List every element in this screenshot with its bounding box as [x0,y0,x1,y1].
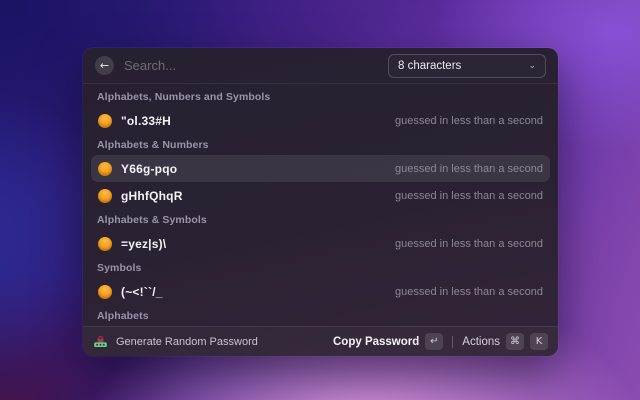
extension-title: Generate Random Password [116,335,258,348]
extension-info: Generate Random Password [93,334,258,349]
password-text: (~<!``/_ [121,284,163,299]
password-text: "ol.33#H [121,113,171,128]
password-text: Y66g-pqo [121,161,178,176]
section-header: Alphabets & Symbols [97,214,207,226]
back-button[interactable]: ← [95,56,114,75]
return-key-icon: ↵ [425,333,444,350]
command-key-icon: ⌘ [506,333,524,350]
strength-text: guessed in less than a second [395,285,543,298]
chevron-down-icon: ⌄ [528,60,536,71]
section-header: Symbols [97,262,142,274]
emoji-icon [98,113,112,128]
section-header: Alphabets [97,310,149,322]
emoji-icon [98,188,112,203]
copy-password-label: Copy Password [333,335,420,348]
password-row[interactable]: gHhfQhqR guessed in less than a second [91,182,550,209]
k-key: K [530,333,548,350]
character-count-dropdown[interactable]: 8 characters ⌄ [388,53,546,78]
strength-text: guessed in less than a second [395,114,543,127]
strength-text: guessed in less than a second [395,237,543,250]
dropdown-value: 8 characters [398,59,462,72]
search-bar: ← 8 characters ⌄ [83,48,558,84]
footer-divider [452,335,454,348]
strength-text: guessed in less than a second [395,189,543,202]
actions-button[interactable]: Actions ⌘ K [462,333,548,350]
strength-text: guessed in less than a second [395,162,543,175]
command-palette-window: ← 8 characters ⌄ Alphabets, Numbers and … [83,48,558,356]
actions-label: Actions [462,335,500,348]
emoji-icon [98,161,112,176]
action-bar: Generate Random Password Copy Password ↵… [83,326,558,356]
password-text: =yez|s)\ [121,236,167,251]
password-row[interactable]: "ol.33#H guessed in less than a second [91,107,550,134]
search-input[interactable] [124,58,388,73]
emoji-icon [98,284,112,299]
section-header: Alphabets, Numbers and Symbols [97,91,271,103]
results-list: Alphabets, Numbers and Symbols "ol.33#H … [83,84,558,323]
copy-password-button[interactable]: Copy Password ↵ [333,333,444,350]
password-row-selected[interactable]: Y66g-pqo guessed in less than a second [91,155,550,182]
password-row[interactable]: =yez|s)\ guessed in less than a second [91,230,550,257]
password-row[interactable]: (~<!``/_ guessed in less than a second [91,278,550,305]
section-header: Alphabets & Numbers [97,139,209,151]
password-generator-icon [94,335,107,347]
back-arrow-icon: ← [99,59,110,72]
emoji-icon [98,236,112,251]
password-text: gHhfQhqR [121,188,183,203]
